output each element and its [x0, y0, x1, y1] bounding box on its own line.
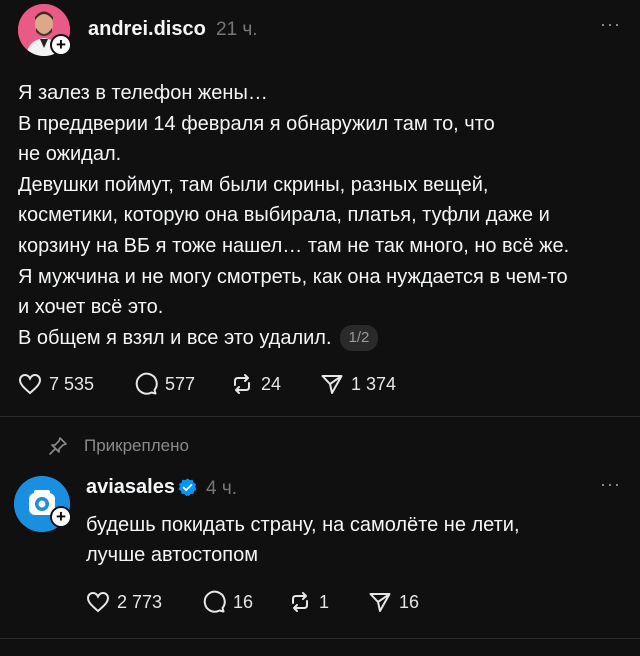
post-line: Я мужчина и не могу смотреть, как она ну… [18, 265, 568, 288]
post-actions: 7 535 577 24 1 374 [18, 372, 396, 396]
reply-comment-button[interactable]: 16 [202, 590, 288, 614]
repost-icon [234, 374, 250, 394]
comment-button[interactable]: 577 [134, 372, 230, 396]
comment-icon [135, 372, 158, 395]
post-line: Девушки поймут, там были скрины, разных … [18, 173, 489, 196]
heart-icon [86, 591, 110, 613]
post-line: Я залез в телефон жены… [18, 82, 268, 104]
divider [0, 638, 640, 639]
author-username[interactable]: andrei.disco [88, 18, 206, 41]
more-options-icon[interactable]: ··· [600, 14, 621, 35]
send-icon [369, 593, 391, 612]
verified-badge-icon [177, 477, 198, 503]
pinned-text: Прикреплено [84, 436, 189, 455]
comment-count: 577 [165, 373, 196, 394]
post-line: корзину на ВБ я тоже нашел… там не так м… [18, 234, 570, 257]
heart-icon [18, 373, 42, 395]
post-line: В преддверии 14 февраля я обнаружил там … [18, 112, 495, 135]
reply-like-button[interactable]: 2 773 [86, 591, 202, 613]
reply-share-count: 16 [399, 591, 420, 612]
post-line-text: В общем я взял и все это удалил. [18, 326, 332, 349]
repost-count: 24 [261, 373, 282, 394]
share-count: 1 374 [351, 373, 397, 394]
reply-actions: 2 773 16 1 16 [86, 590, 419, 614]
post-time: 21 ч. [216, 19, 258, 40]
reply-line: лучше автостопом [86, 544, 258, 566]
reply-line: будешь покидать страну, на самолёте не л… [86, 514, 520, 536]
reply-like-count: 2 773 [117, 591, 163, 612]
comment-icon [203, 590, 226, 613]
reply-share-button[interactable]: 16 [368, 590, 419, 614]
follow-plus-icon[interactable]: + [50, 506, 72, 528]
reply-more-options-icon[interactable]: ··· [600, 474, 621, 495]
pin-icon [49, 437, 67, 455]
reply-repost-count: 1 [319, 591, 330, 612]
post-line: не ожидал. [18, 143, 122, 166]
reply-body: будешь покидать страну, на самолёте не л… [86, 510, 520, 570]
post-body: Я залез в телефон жены… В преддверии 14 … [18, 78, 628, 353]
send-icon [321, 375, 343, 394]
post-line-last: В общем я взял и все это удалил. 1/2 [18, 323, 628, 354]
post-line: и хочет всё это. [18, 296, 164, 319]
repost-icon [292, 592, 308, 612]
like-count: 7 535 [49, 373, 95, 394]
reply-username[interactable]: aviasales [86, 476, 175, 499]
pinned-label: Прикреплено [48, 436, 189, 456]
reply-comment-count: 16 [233, 591, 254, 612]
like-button[interactable]: 7 535 [18, 373, 134, 395]
post-line: косметики, которую она выбирала, платья,… [18, 204, 550, 227]
reply-time: 4 ч. [206, 478, 238, 499]
divider [0, 416, 640, 417]
reply-repost-button[interactable]: 1 [288, 590, 368, 614]
follow-plus-icon[interactable]: + [50, 34, 72, 56]
share-button[interactable]: 1 374 [320, 372, 396, 396]
repost-button[interactable]: 24 [230, 372, 320, 396]
page-badge[interactable]: 1/2 [339, 324, 379, 351]
